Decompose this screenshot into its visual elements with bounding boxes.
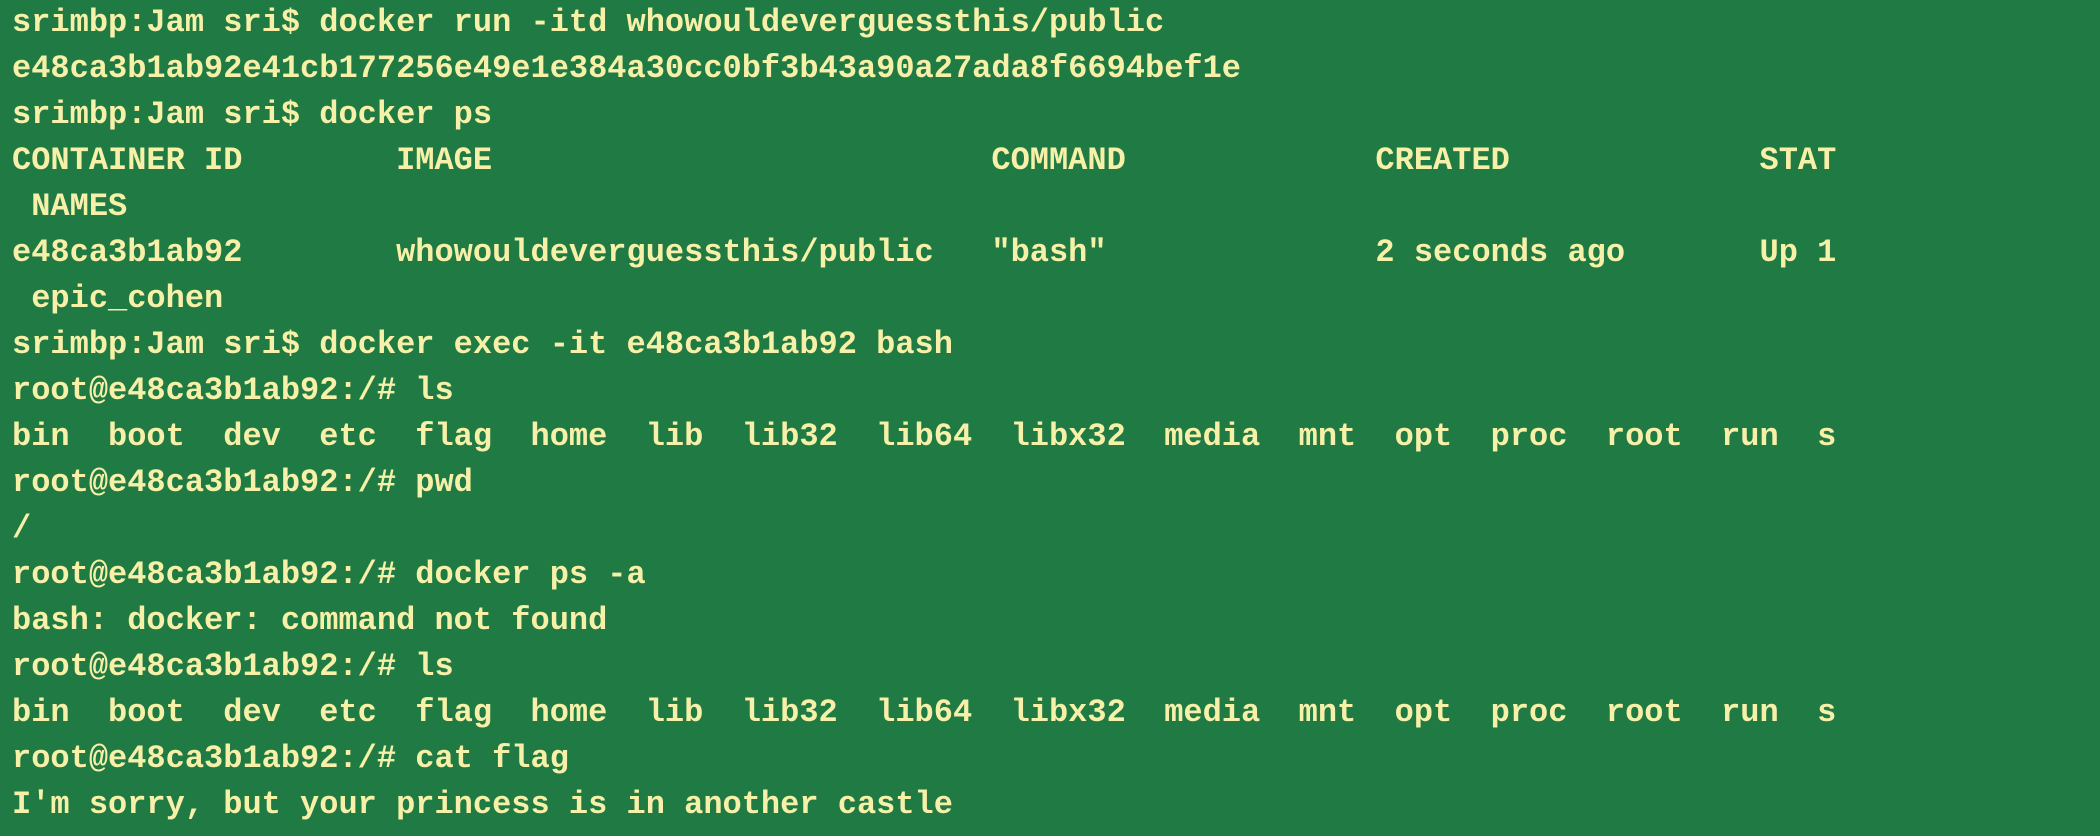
terminal-line: root@e48ca3b1ab92:/# docker ps -a [12, 552, 2100, 598]
terminal-line: srimbp:Jam sri$ docker exec -it e48ca3b1… [12, 322, 2100, 368]
terminal-line: bin boot dev etc flag home lib lib32 lib… [12, 694, 1837, 731]
terminal-line: epic_cohen [12, 280, 224, 317]
terminal-line: e48ca3b1ab92e41cb177256e49e1e384a30cc0bf… [12, 50, 1241, 87]
terminal-output[interactable]: srimbp:Jam sri$ docker run -itd whowould… [12, 0, 2100, 836]
terminal-line: srimbp:Jam sri$ docker run -itd whowould… [12, 0, 2100, 46]
terminal-line: NAMES [12, 188, 128, 225]
terminal-line: bash: docker: command not found [12, 602, 608, 639]
terminal-line: root@e48ca3b1ab92:/# cat flag [12, 736, 2100, 782]
terminal-line: root@e48ca3b1ab92:/# ls [12, 644, 2100, 690]
terminal-window[interactable]: srimbp:Jam sri$ docker run -itd whowould… [0, 0, 2100, 836]
terminal-line: CONTAINER ID IMAGE COMMAND CREATED STAT [12, 142, 1837, 179]
terminal-line: srimbp:Jam sri$ docker ps [12, 92, 2100, 138]
terminal-line: bin boot dev etc flag home lib lib32 lib… [12, 418, 1837, 455]
terminal-line: e48ca3b1ab92 whowouldeverguessthis/publi… [12, 234, 1837, 271]
terminal-line: / [12, 510, 32, 547]
terminal-line: I'm sorry, but your princess is in anoth… [12, 786, 953, 823]
terminal-line: root@e48ca3b1ab92:/# pwd [12, 460, 2100, 506]
terminal-line: root@e48ca3b1ab92:/# ls [12, 368, 2100, 414]
